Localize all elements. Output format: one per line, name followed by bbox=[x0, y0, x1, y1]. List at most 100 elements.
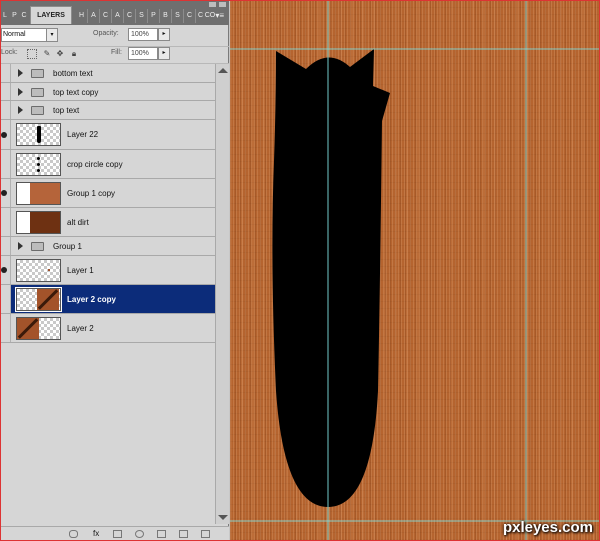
close-icon[interactable] bbox=[219, 2, 226, 7]
tab-b[interactable]: B bbox=[161, 7, 170, 25]
adjustment-layer-icon[interactable] bbox=[135, 530, 144, 538]
layer-name: Group 1 bbox=[53, 242, 82, 251]
tab-l[interactable]: L bbox=[1, 7, 9, 25]
visibility-toggle[interactable] bbox=[1, 285, 11, 313]
watermark-text: pxleyes.com bbox=[502, 519, 593, 536]
tab-s2[interactable]: S bbox=[173, 7, 182, 25]
expand-triangle-icon[interactable] bbox=[18, 88, 23, 96]
tab-h[interactable]: H bbox=[77, 7, 86, 25]
layer-row-top-text[interactable]: top text bbox=[1, 101, 215, 120]
layer-row-bottom-text[interactable]: bottom text bbox=[1, 64, 215, 83]
visibility-toggle[interactable] bbox=[1, 237, 11, 255]
eye-icon bbox=[1, 132, 7, 138]
visibility-toggle[interactable] bbox=[1, 179, 11, 207]
visibility-toggle[interactable] bbox=[1, 83, 11, 100]
layer-name: Layer 2 bbox=[67, 324, 94, 333]
lock-label: Lock: bbox=[1, 49, 18, 56]
blend-opacity-row: Normal ▾ Opacity: 100% ▸ bbox=[1, 25, 229, 47]
layer-thumbnail bbox=[16, 123, 61, 146]
layer-thumbnail bbox=[15, 287, 62, 312]
layers-list: bottom text top text copy top text Layer… bbox=[1, 64, 215, 524]
lock-move-icon[interactable]: ✥ bbox=[55, 49, 65, 59]
layer-thumbnail bbox=[16, 259, 61, 282]
layer-name: top text copy bbox=[53, 88, 99, 97]
expand-triangle-icon[interactable] bbox=[18, 106, 23, 114]
lock-transparent-icon[interactable] bbox=[27, 49, 37, 59]
layer-name: top text bbox=[53, 106, 80, 115]
layer-thumbnail bbox=[16, 317, 61, 340]
tab-c3[interactable]: C bbox=[125, 7, 134, 25]
add-mask-icon[interactable] bbox=[113, 530, 122, 538]
tab-a2[interactable]: A bbox=[113, 7, 122, 25]
lock-fill-row: Lock: ✎ ✥ 🔒︎ Fill: 100% ▸ bbox=[1, 46, 229, 64]
layer-row-layer-1[interactable]: Layer 1 bbox=[1, 256, 215, 285]
tab-c[interactable]: C bbox=[20, 7, 28, 25]
opacity-label: Opacity: bbox=[93, 30, 119, 37]
layer-name: Layer 22 bbox=[67, 130, 99, 139]
visibility-toggle[interactable] bbox=[1, 208, 11, 236]
visibility-toggle[interactable] bbox=[1, 120, 11, 149]
opacity-slider-arrow-icon[interactable]: ▸ bbox=[158, 28, 170, 41]
visibility-toggle[interactable] bbox=[1, 314, 11, 342]
layer-name: bottom text bbox=[53, 69, 93, 78]
scroll-down-icon[interactable] bbox=[218, 515, 228, 520]
tab-a[interactable]: A bbox=[89, 7, 98, 25]
visibility-toggle[interactable] bbox=[1, 64, 11, 82]
lock-paint-brush-icon[interactable]: ✎ bbox=[42, 49, 52, 59]
scroll-up-icon[interactable] bbox=[218, 68, 228, 73]
layer-name: Layer 2 copy bbox=[67, 295, 116, 304]
fill-label: Fill: bbox=[111, 49, 122, 56]
expand-triangle-icon[interactable] bbox=[18, 242, 23, 250]
layer-thumbnail bbox=[16, 153, 61, 176]
layer-row-alt-dirt[interactable]: alt dirt bbox=[1, 208, 215, 237]
fx-icon[interactable]: fx bbox=[93, 530, 102, 538]
layer-name: Group 1 copy bbox=[67, 189, 116, 198]
expand-triangle-icon[interactable] bbox=[18, 69, 23, 77]
link-layers-icon[interactable] bbox=[69, 530, 78, 538]
opacity-input[interactable]: 100% bbox=[128, 28, 158, 41]
layer-name: Layer 1 bbox=[67, 266, 94, 275]
layer-row-layer-2-copy[interactable]: Layer 2 copy bbox=[1, 285, 215, 314]
tab-co[interactable]: CO bbox=[204, 7, 216, 25]
chevron-down-icon[interactable]: ▾ bbox=[46, 28, 58, 42]
folder-icon bbox=[31, 106, 44, 115]
eye-icon bbox=[1, 267, 7, 273]
trash-icon[interactable] bbox=[201, 530, 210, 538]
panel-menu-icon[interactable]: ▾≡ bbox=[215, 11, 224, 20]
tab-layers[interactable]: LAYERS bbox=[30, 6, 72, 24]
layer-name: crop circle copy bbox=[67, 160, 123, 169]
eye-icon bbox=[1, 190, 7, 196]
fill-slider-arrow-icon[interactable]: ▸ bbox=[158, 47, 170, 60]
tab-c2[interactable]: C bbox=[101, 7, 110, 25]
new-group-icon[interactable] bbox=[157, 530, 166, 538]
black-silhouette-shape bbox=[272, 49, 390, 507]
layer-row-crop-circle-copy[interactable]: crop circle copy bbox=[1, 150, 215, 179]
layers-scrollbar[interactable] bbox=[215, 64, 229, 524]
folder-icon bbox=[31, 88, 44, 97]
layer-thumbnail bbox=[16, 211, 61, 234]
tab-p[interactable]: P bbox=[10, 7, 19, 25]
canvas-artwork bbox=[230, 1, 599, 540]
layers-bottom-toolbar: fx bbox=[1, 526, 229, 540]
panel-tab-bar: L P C LAYERS H A C A C S P B S C C CO ▾≡ bbox=[1, 1, 229, 25]
layer-name: alt dirt bbox=[67, 218, 89, 227]
layer-row-group-1-copy[interactable]: Group 1 copy bbox=[1, 179, 215, 208]
visibility-toggle[interactable] bbox=[1, 150, 11, 178]
layer-row-layer-22[interactable]: Layer 22 bbox=[1, 120, 215, 150]
new-layer-icon[interactable] bbox=[179, 530, 188, 538]
layer-thumbnail bbox=[16, 182, 61, 205]
layer-row-group-1[interactable]: Group 1 bbox=[1, 237, 215, 256]
fill-input[interactable]: 100% bbox=[128, 47, 158, 60]
folder-icon bbox=[31, 242, 44, 251]
tab-p2[interactable]: P bbox=[149, 7, 158, 25]
document-canvas[interactable]: pxleyes.com bbox=[230, 1, 599, 540]
layers-panel: L P C LAYERS H A C A C S P B S C C CO ▾≡… bbox=[1, 1, 229, 540]
tab-c4[interactable]: C bbox=[185, 7, 194, 25]
tab-s[interactable]: S bbox=[137, 7, 146, 25]
layer-row-layer-2[interactable]: Layer 2 bbox=[1, 314, 215, 343]
visibility-toggle[interactable] bbox=[1, 256, 11, 284]
folder-icon bbox=[31, 69, 44, 78]
visibility-toggle[interactable] bbox=[1, 101, 11, 119]
lock-all-icon[interactable]: 🔒︎ bbox=[69, 49, 79, 59]
layer-row-top-text-copy[interactable]: top text copy bbox=[1, 83, 215, 101]
